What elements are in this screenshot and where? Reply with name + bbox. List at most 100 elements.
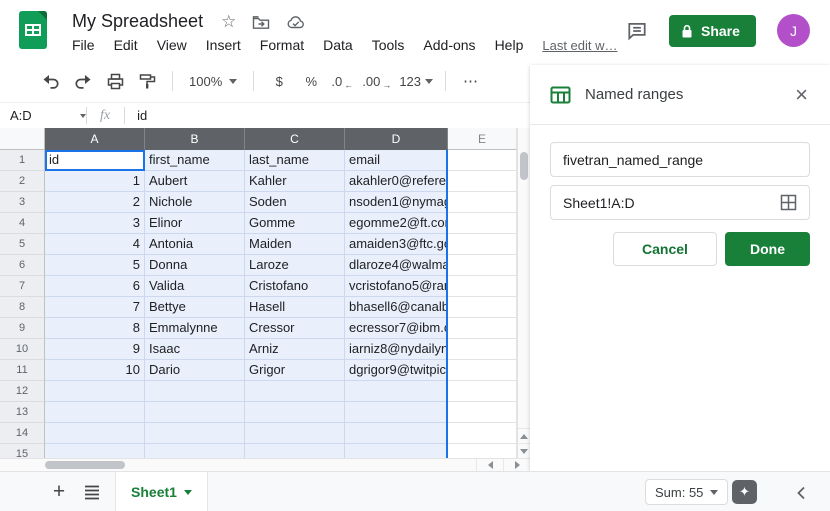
cell-D15[interactable] [345, 444, 448, 458]
cell-C1[interactable]: last_name [245, 150, 345, 171]
row-header-15[interactable]: 15 [0, 444, 45, 458]
cell-A7[interactable]: 6 [45, 276, 145, 297]
column-header-C[interactable]: C [245, 128, 345, 150]
column-header-E[interactable]: E [448, 128, 517, 150]
sheet-tab-sheet1[interactable]: Sheet1 [115, 472, 208, 511]
cell-A13[interactable] [45, 402, 145, 423]
cell-B5[interactable]: Antonia [145, 234, 245, 255]
cell-A14[interactable] [45, 423, 145, 444]
cell-C13[interactable] [245, 402, 345, 423]
cancel-button[interactable]: Cancel [613, 232, 717, 266]
cell-A9[interactable]: 8 [45, 318, 145, 339]
cell-D11[interactable]: dgrigor9@twitpic.com [345, 360, 448, 381]
menu-item-view[interactable]: View [157, 37, 187, 53]
scroll-right-button[interactable] [503, 459, 530, 471]
number-format-button[interactable]: 123 [399, 68, 433, 94]
cell-C12[interactable] [245, 381, 345, 402]
menu-item-insert[interactable]: Insert [206, 37, 241, 53]
cell-E5[interactable] [448, 234, 517, 255]
row-header-14[interactable]: 14 [0, 423, 45, 444]
comment-history-icon[interactable] [622, 16, 652, 46]
cell-D4[interactable]: egomme2@ft.com [345, 213, 448, 234]
cell-A5[interactable]: 4 [45, 234, 145, 255]
account-avatar[interactable]: J [777, 14, 810, 47]
cell-C4[interactable]: Gomme [245, 213, 345, 234]
cell-E3[interactable] [448, 192, 517, 213]
add-sheet-button[interactable]: + [46, 479, 72, 505]
menu-item-add-ons[interactable]: Add-ons [423, 37, 475, 53]
cell-D2[interactable]: akahler0@reference.com [345, 171, 448, 192]
cell-B8[interactable]: Bettye [145, 297, 245, 318]
row-header-9[interactable]: 9 [0, 318, 45, 339]
cell-D12[interactable] [345, 381, 448, 402]
cell-C7[interactable]: Cristofano [245, 276, 345, 297]
row-header-2[interactable]: 2 [0, 171, 45, 192]
format-percent-button[interactable]: % [298, 68, 324, 94]
cell-D6[interactable]: dlaroze4@walmart.com [345, 255, 448, 276]
cell-E10[interactable] [448, 339, 517, 360]
sheets-logo-icon[interactable] [19, 11, 47, 49]
cell-A15[interactable] [45, 444, 145, 458]
cell-E11[interactable] [448, 360, 517, 381]
cell-B2[interactable]: Aubert [145, 171, 245, 192]
column-header-B[interactable]: B [145, 128, 245, 150]
cell-E4[interactable] [448, 213, 517, 234]
cell-B7[interactable]: Valida [145, 276, 245, 297]
row-header-11[interactable]: 11 [0, 360, 45, 381]
cell-C10[interactable]: Arniz [245, 339, 345, 360]
cell-E9[interactable] [448, 318, 517, 339]
cell-C2[interactable]: Kahler [245, 171, 345, 192]
row-header-5[interactable]: 5 [0, 234, 45, 255]
cell-C8[interactable]: Hasell [245, 297, 345, 318]
name-box[interactable]: A:D [0, 108, 86, 123]
cell-A1[interactable]: id [45, 150, 145, 171]
cell-B1[interactable]: first_name [145, 150, 245, 171]
cell-E13[interactable] [448, 402, 517, 423]
horizontal-scrollbar-thumb[interactable] [45, 461, 125, 469]
row-header-7[interactable]: 7 [0, 276, 45, 297]
horizontal-scrollbar[interactable] [0, 458, 530, 471]
last-edit-link[interactable]: Last edit w… [542, 38, 617, 53]
cell-B4[interactable]: Elinor [145, 213, 245, 234]
star-icon[interactable]: ☆ [221, 13, 236, 30]
cell-C6[interactable]: Laroze [245, 255, 345, 276]
cloud-saved-icon[interactable] [286, 14, 306, 30]
cell-E7[interactable] [448, 276, 517, 297]
undo-button[interactable] [38, 68, 64, 94]
cell-E8[interactable] [448, 297, 517, 318]
cell-B14[interactable] [145, 423, 245, 444]
share-button[interactable]: Share [669, 15, 756, 47]
cell-E12[interactable] [448, 381, 517, 402]
row-header-4[interactable]: 4 [0, 213, 45, 234]
select-data-range-icon[interactable] [780, 194, 797, 211]
cell-A6[interactable]: 5 [45, 255, 145, 276]
row-header-1[interactable]: 1 [0, 150, 45, 171]
cell-B6[interactable]: Donna [145, 255, 245, 276]
cell-B12[interactable] [145, 381, 245, 402]
cell-E15[interactable] [448, 444, 517, 458]
cell-D10[interactable]: iarniz8@nydailynews.com [345, 339, 448, 360]
vertical-scrollbar[interactable] [517, 128, 530, 458]
cell-D3[interactable]: nsoden1@nymag.com [345, 192, 448, 213]
cell-C14[interactable] [245, 423, 345, 444]
scroll-down-button[interactable] [518, 443, 530, 458]
move-to-folder-icon[interactable] [252, 14, 270, 30]
explore-button[interactable]: ✦ [732, 480, 757, 504]
cell-D9[interactable]: ecressor7@ibm.com [345, 318, 448, 339]
cell-D5[interactable]: amaiden3@ftc.gov [345, 234, 448, 255]
cell-C3[interactable]: Soden [245, 192, 345, 213]
cell-E2[interactable] [448, 171, 517, 192]
cell-A10[interactable]: 9 [45, 339, 145, 360]
zoom-select[interactable]: 100% [185, 68, 241, 94]
print-button[interactable] [102, 68, 128, 94]
range-name-input[interactable]: fivetran_named_range [550, 142, 810, 177]
paint-format-button[interactable] [134, 68, 160, 94]
cell-C15[interactable] [245, 444, 345, 458]
range-ref-input[interactable]: Sheet1!A:D [550, 185, 810, 220]
close-icon[interactable]: × [791, 82, 812, 108]
row-header-3[interactable]: 3 [0, 192, 45, 213]
collapse-panel-chevron[interactable] [792, 484, 810, 502]
cell-B9[interactable]: Emmalynne [145, 318, 245, 339]
cell-D14[interactable] [345, 423, 448, 444]
row-header-12[interactable]: 12 [0, 381, 45, 402]
